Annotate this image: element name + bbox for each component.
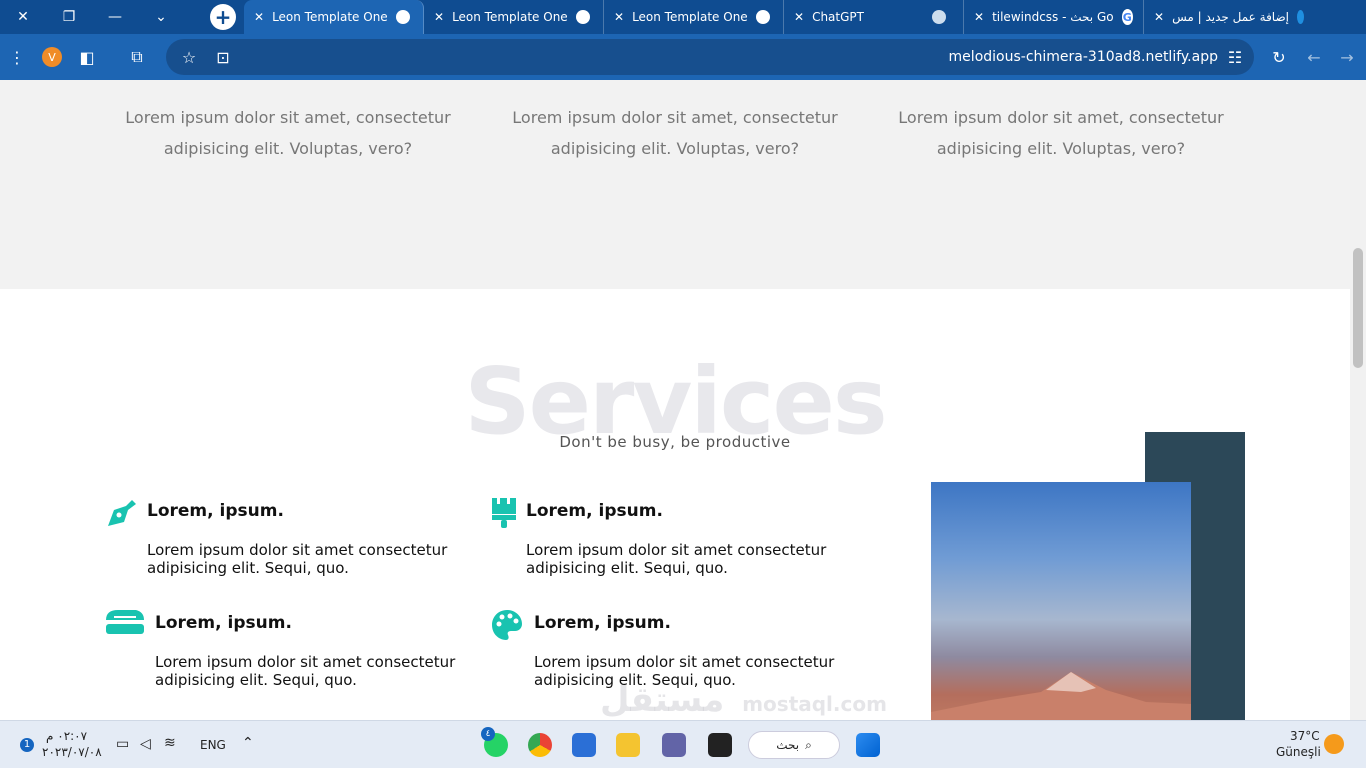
chrome-icon[interactable] xyxy=(528,733,552,757)
tab-title: Leon Template One xyxy=(272,10,388,24)
terminal-icon[interactable] xyxy=(708,733,732,757)
service-desc: Lorem ipsum dolor sit amet consectetur a… xyxy=(147,541,448,577)
globe-icon xyxy=(575,10,590,24)
feature-text: Lorem ipsum dolor sit amet, consectetur … xyxy=(898,108,1224,158)
watermark-url: mostaql.com xyxy=(742,692,887,716)
paint-brush-icon xyxy=(492,498,516,528)
sun-icon[interactable] xyxy=(1324,734,1344,754)
menu-icon[interactable]: ⋮ xyxy=(0,48,34,67)
service-title: Lorem, ipsum. xyxy=(534,613,671,633)
weather-desc[interactable]: Güneşli xyxy=(1276,745,1321,759)
watermark-text: مستقل xyxy=(600,680,725,720)
back-icon[interactable]: ← xyxy=(1297,48,1331,67)
tab-chatgpt[interactable]: ✕ ChatGPT xyxy=(784,0,964,34)
address-bar[interactable]: ☆ ⊡ melodious-chimera-310ad8.netlify.app… xyxy=(166,39,1254,75)
tab-mostaql[interactable]: ✕ إضافة عمل جديد | مس xyxy=(1144,0,1314,34)
globe-icon xyxy=(395,10,410,24)
profile-avatar[interactable]: V xyxy=(42,47,62,67)
tab-title: ChatGPT xyxy=(812,10,864,24)
language-indicator[interactable]: ENG xyxy=(200,738,226,752)
tab-title: tilewindcss - بحث Go xyxy=(992,10,1114,24)
close-icon[interactable]: ✕ xyxy=(614,10,624,24)
service-item: Lorem, ipsum. Lorem ipsum dolor sit amet… xyxy=(104,608,474,689)
close-icon[interactable]: ✕ xyxy=(1154,10,1164,24)
whatsapp-badge: ٤ xyxy=(481,727,495,741)
close-icon[interactable]: ✕ xyxy=(974,10,984,24)
clock-date[interactable]: ٢٠٢٣/٠٧/٠٨ xyxy=(42,745,102,759)
star-icon[interactable]: ☆ xyxy=(172,48,206,67)
tab-search-button[interactable]: ⌄ xyxy=(138,0,184,34)
close-icon[interactable]: ✕ xyxy=(434,10,444,24)
stapler-icon xyxy=(106,610,144,634)
sidebar-icon[interactable]: ◧ xyxy=(70,48,104,67)
tab-leon-1[interactable]: ✕ Leon Template One xyxy=(244,0,424,34)
close-window-button[interactable]: ✕ xyxy=(0,0,46,34)
mountain-shape xyxy=(931,672,1191,720)
globe-icon xyxy=(755,10,770,24)
feature-text: Lorem ipsum dolor sit amet, consectetur … xyxy=(512,108,838,158)
volume-icon[interactable]: ◁ xyxy=(140,736,151,752)
site-settings-icon[interactable]: ☷ xyxy=(1218,48,1252,67)
start-icon[interactable] xyxy=(856,733,880,757)
page-scrollbar[interactable] xyxy=(1350,80,1366,720)
palette-icon xyxy=(492,610,522,640)
battery-icon[interactable]: ▭ xyxy=(116,736,129,752)
new-tab-button[interactable]: + xyxy=(210,4,236,30)
windows-taskbar: 1 ٠٢:٠٧ م ٢٠٢٣/٠٧/٠٨ ▭ ◁ ≋ ENG ⌃ ٤ بحث ⌕… xyxy=(0,720,1366,768)
clock-time[interactable]: ٠٢:٠٧ م xyxy=(46,729,87,743)
mostaql-icon xyxy=(1296,10,1304,24)
file-explorer-icon[interactable] xyxy=(616,733,640,757)
extensions-icon[interactable]: ⧉ xyxy=(120,47,154,67)
service-desc: Lorem ipsum dolor sit amet consectetur a… xyxy=(155,653,456,689)
crop-icon[interactable]: ⊡ xyxy=(206,48,240,67)
taskbar-search[interactable]: بحث ⌕ xyxy=(748,731,840,759)
features-section: Lorem ipsum dolor sit amet, consectetur … xyxy=(0,80,1350,289)
teams-icon[interactable] xyxy=(662,733,686,757)
service-title: Lorem, ipsum. xyxy=(155,613,292,633)
chatgpt-icon xyxy=(931,10,946,24)
minimize-window-button[interactable]: — xyxy=(92,0,138,34)
tab-leon-3[interactable]: ✕ Leon Template One xyxy=(604,0,784,34)
close-icon[interactable]: ✕ xyxy=(254,10,264,24)
browser-tab-bar: ✕ ❐ — ⌄ + ✕ Leon Template One ✕ Leon Tem… xyxy=(0,0,1366,34)
weather-temp[interactable]: 37°C xyxy=(1290,729,1320,743)
close-icon[interactable]: ✕ xyxy=(794,10,804,24)
wifi-icon[interactable]: ≋ xyxy=(164,735,176,751)
service-item: Lorem, ipsum. Lorem ipsum dolor sit amet… xyxy=(490,496,860,577)
feature-text: Lorem ipsum dolor sit amet, consectetur … xyxy=(125,108,451,158)
reload-icon[interactable]: ↻ xyxy=(1262,48,1296,67)
tab-title: إضافة عمل جديد | مس xyxy=(1172,10,1289,24)
page-content: Lorem ipsum dolor sit amet, consectetur … xyxy=(0,80,1350,720)
tab-title: Leon Template One xyxy=(452,10,568,24)
notification-badge[interactable]: 1 xyxy=(20,738,34,752)
google-icon: G xyxy=(1121,9,1133,25)
tab-leon-2[interactable]: ✕ Leon Template One xyxy=(424,0,604,34)
service-item: Lorem, ipsum. Lorem ipsum dolor sit amet… xyxy=(104,496,474,577)
watermark: مستقل mostaql.com xyxy=(600,680,887,720)
mountain-photo xyxy=(931,482,1191,720)
forward-icon[interactable]: → xyxy=(1330,48,1364,67)
browser-toolbar: ⋮ V ◧ ⧉ ☆ ⊡ melodious-chimera-310ad8.net… xyxy=(0,34,1366,80)
service-desc: Lorem ipsum dolor sit amet consectetur a… xyxy=(526,541,827,577)
service-title: Lorem, ipsum. xyxy=(147,501,284,521)
chevron-up-icon[interactable]: ⌃ xyxy=(242,735,254,751)
scrollbar-thumb[interactable] xyxy=(1353,248,1363,368)
search-label: بحث xyxy=(776,738,800,752)
service-item: Lorem, ipsum. Lorem ipsum dolor sit amet… xyxy=(490,608,860,689)
tab-title: Leon Template One xyxy=(632,10,748,24)
tab-google-search[interactable]: ✕ tilewindcss - بحث Go G xyxy=(964,0,1144,34)
service-title: Lorem, ipsum. xyxy=(526,501,663,521)
url-text[interactable]: melodious-chimera-310ad8.netlify.app xyxy=(949,49,1218,65)
store-icon[interactable] xyxy=(572,733,596,757)
pen-nib-icon xyxy=(108,500,136,526)
restore-window-button[interactable]: ❐ xyxy=(46,0,92,34)
search-icon: ⌕ xyxy=(805,737,812,752)
